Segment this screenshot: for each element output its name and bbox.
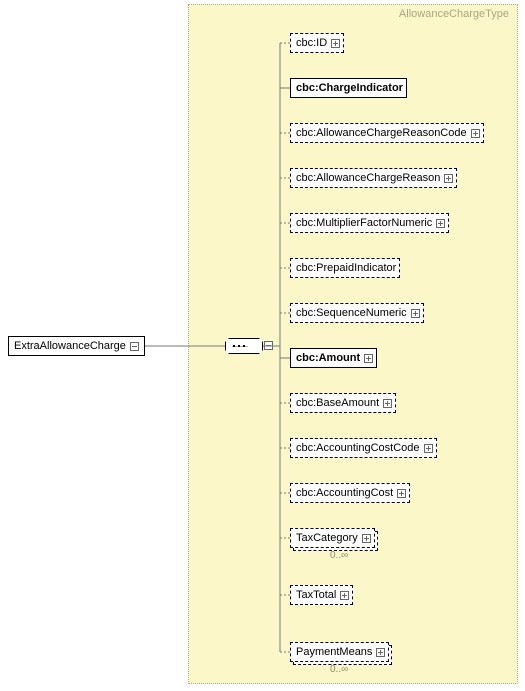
collapse-icon[interactable] [264,341,273,350]
expand-icon[interactable] [376,648,385,657]
child-element[interactable]: cbc:AllowanceChargeReason [290,168,457,188]
child-element[interactable]: TaxCategory [290,528,375,548]
occurrence-label: 0..∞ [330,550,348,561]
child-element-label: TaxCategory [296,533,358,544]
sequence-compositor[interactable] [225,338,263,354]
child-element-label: cbc:ChargeIndicator [296,83,403,94]
expand-icon[interactable] [471,129,480,138]
child-element[interactable]: cbc:PrepaidIndicator [290,258,400,278]
child-element[interactable]: cbc:MultiplierFactorNumeric [290,213,449,233]
child-element-label: cbc:MultiplierFactorNumeric [296,218,432,229]
child-element[interactable]: cbc:AccountingCost [290,483,410,503]
child-element[interactable]: cbc:ID [290,33,344,53]
child-element[interactable]: cbc:SequenceNumeric [290,303,424,323]
child-element[interactable]: TaxTotal [290,585,353,605]
child-element[interactable]: cbc:AllowanceChargeReasonCode [290,123,484,143]
child-element[interactable]: cbc:BaseAmount [290,393,396,413]
child-element-label: cbc:AccountingCost [296,488,393,499]
child-element[interactable]: cbc:AccountingCostCode [290,438,437,458]
expand-icon[interactable] [436,219,445,228]
child-element-label: cbc:AllowanceChargeReason [296,173,440,184]
collapse-icon[interactable] [130,342,139,351]
expand-icon[interactable] [364,354,373,363]
child-element-label: PaymentMeans [296,647,372,658]
type-group-title: AllowanceChargeType [399,8,509,20]
child-element-label: cbc:AccountingCostCode [296,443,420,454]
child-element-label: cbc:BaseAmount [296,398,379,409]
child-element-label: cbc:ID [296,38,327,49]
child-element[interactable]: cbc:Amount [290,348,377,368]
diagram-canvas: { "group_title": "AllowanceChargeType", … [0,0,525,691]
child-element-label: cbc:Amount [296,353,360,364]
expand-icon[interactable] [411,309,420,318]
child-element-label: cbc:PrepaidIndicator [296,263,396,274]
child-element[interactable]: PaymentMeans [290,642,389,662]
expand-icon[interactable] [397,489,406,498]
expand-icon[interactable] [424,444,433,453]
expand-icon[interactable] [383,399,392,408]
expand-icon[interactable] [340,591,349,600]
child-element-label: TaxTotal [296,590,336,601]
expand-icon[interactable] [444,174,453,183]
child-element[interactable]: cbc:ChargeIndicator [290,78,407,98]
child-element-label: cbc:AllowanceChargeReasonCode [296,128,467,139]
root-element[interactable]: ExtraAllowanceCharge [8,336,145,356]
child-element-label: cbc:SequenceNumeric [296,308,407,319]
expand-icon[interactable] [362,534,371,543]
root-element-label: ExtraAllowanceCharge [14,340,126,352]
expand-icon[interactable] [331,39,340,48]
occurrence-label: 0..∞ [330,664,348,675]
